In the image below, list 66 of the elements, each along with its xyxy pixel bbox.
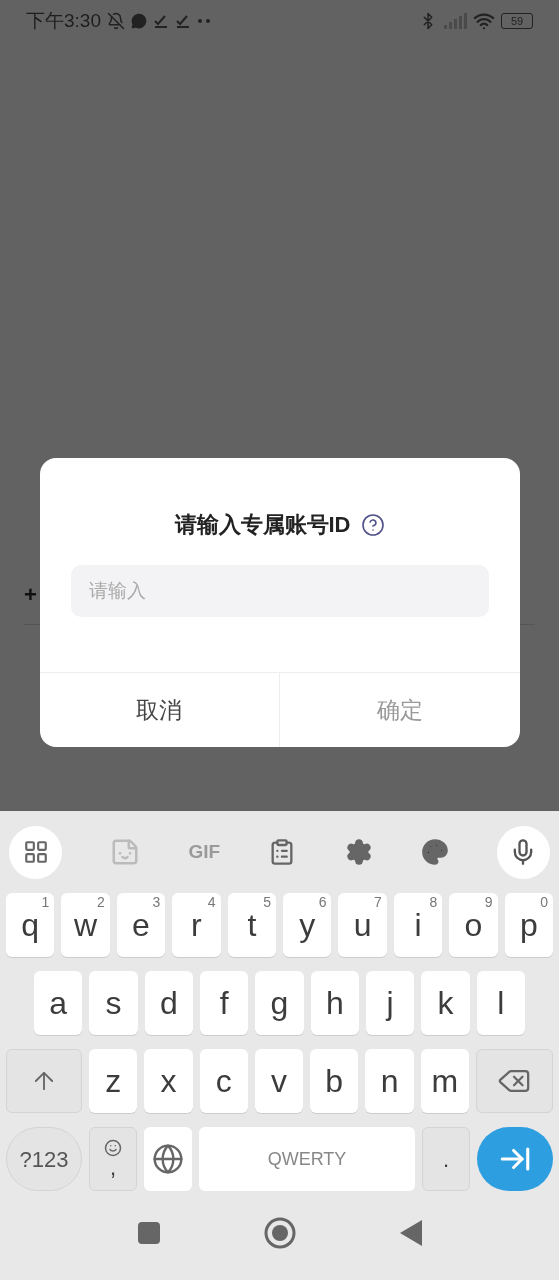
globe-icon bbox=[152, 1143, 184, 1175]
number-hint: 4 bbox=[207, 895, 216, 909]
letter-key[interactable]: g bbox=[255, 971, 304, 1035]
number-hint: 6 bbox=[318, 895, 327, 909]
letter-key[interactable]: o 9 bbox=[449, 893, 498, 957]
check-icon bbox=[175, 13, 191, 29]
voice-input-button[interactable] bbox=[497, 825, 550, 879]
letter-key[interactable]: f bbox=[200, 971, 249, 1035]
battery-icon: 59 bbox=[501, 13, 533, 29]
comma-key[interactable]: , bbox=[89, 1127, 137, 1191]
smiley-icon bbox=[104, 1139, 122, 1157]
letter-key[interactable]: r 4 bbox=[172, 893, 221, 957]
letter-key[interactable]: d bbox=[144, 971, 193, 1035]
letter-key[interactable]: w 2 bbox=[61, 893, 110, 957]
help-icon[interactable] bbox=[360, 512, 385, 537]
letter-key[interactable]: k bbox=[421, 971, 470, 1035]
letter-key[interactable]: v bbox=[254, 1049, 304, 1113]
backspace-key[interactable] bbox=[475, 1049, 553, 1113]
language-key[interactable] bbox=[144, 1127, 192, 1191]
letter-key[interactable]: m bbox=[420, 1049, 469, 1113]
letter-key[interactable]: x bbox=[144, 1049, 193, 1113]
number-hint: 1 bbox=[41, 895, 50, 909]
account-id-field[interactable]: 请输入 bbox=[70, 565, 489, 617]
letter-key[interactable]: e 3 bbox=[116, 893, 166, 957]
letter-key[interactable]: n bbox=[365, 1049, 414, 1113]
signal-icon bbox=[443, 13, 467, 29]
letter-key[interactable]: a bbox=[34, 971, 83, 1035]
wifi-icon bbox=[473, 10, 495, 32]
apps-button[interactable] bbox=[9, 825, 62, 879]
back-button[interactable] bbox=[399, 1219, 422, 1246]
letter-key[interactable]: j bbox=[365, 971, 415, 1035]
space-key[interactable]: QWERTY bbox=[199, 1127, 415, 1191]
number-hint: 5 bbox=[263, 895, 272, 909]
letter-key[interactable]: i 8 bbox=[393, 893, 443, 957]
home-button[interactable] bbox=[263, 1216, 296, 1249]
dots-icon bbox=[197, 18, 211, 24]
check-icon bbox=[153, 13, 169, 29]
number-hint: 8 bbox=[429, 895, 438, 909]
add-sign: + bbox=[24, 581, 37, 609]
letter-key[interactable]: s bbox=[89, 971, 138, 1035]
period-key[interactable]: . bbox=[422, 1127, 470, 1191]
status-time: 下午3:30 bbox=[26, 8, 101, 33]
bell-off-icon bbox=[107, 12, 125, 30]
letter-key[interactable]: t 5 bbox=[227, 893, 277, 957]
letter-key[interactable]: h bbox=[310, 971, 359, 1035]
letter-key[interactable]: c bbox=[199, 1049, 248, 1113]
symbols-key[interactable]: ?123 bbox=[6, 1127, 82, 1191]
number-hint: 2 bbox=[97, 895, 105, 909]
letter-key[interactable]: q 1 bbox=[6, 893, 55, 957]
palette-icon[interactable] bbox=[420, 838, 449, 866]
letter-key[interactable]: l bbox=[476, 971, 525, 1035]
number-hint: 3 bbox=[152, 895, 161, 909]
grid-icon bbox=[22, 839, 49, 865]
letter-key[interactable]: p 0 bbox=[504, 893, 554, 957]
dialog-button[interactable]: 取消 bbox=[39, 673, 279, 747]
number-hint: 7 bbox=[374, 895, 382, 909]
number-hint: 0 bbox=[540, 895, 549, 909]
letter-key[interactable]: b bbox=[310, 1049, 359, 1113]
comma-label: , bbox=[109, 1157, 117, 1179]
letter-key[interactable]: z bbox=[89, 1049, 138, 1113]
dialog-title: 请输入专属账号ID bbox=[174, 511, 351, 539]
letter-key[interactable]: y 6 bbox=[283, 893, 332, 957]
recent-apps-button[interactable] bbox=[137, 1221, 160, 1244]
letter-key[interactable]: u 7 bbox=[338, 893, 387, 957]
chat-bubble-icon bbox=[131, 13, 147, 29]
number-hint: 9 bbox=[484, 895, 493, 909]
